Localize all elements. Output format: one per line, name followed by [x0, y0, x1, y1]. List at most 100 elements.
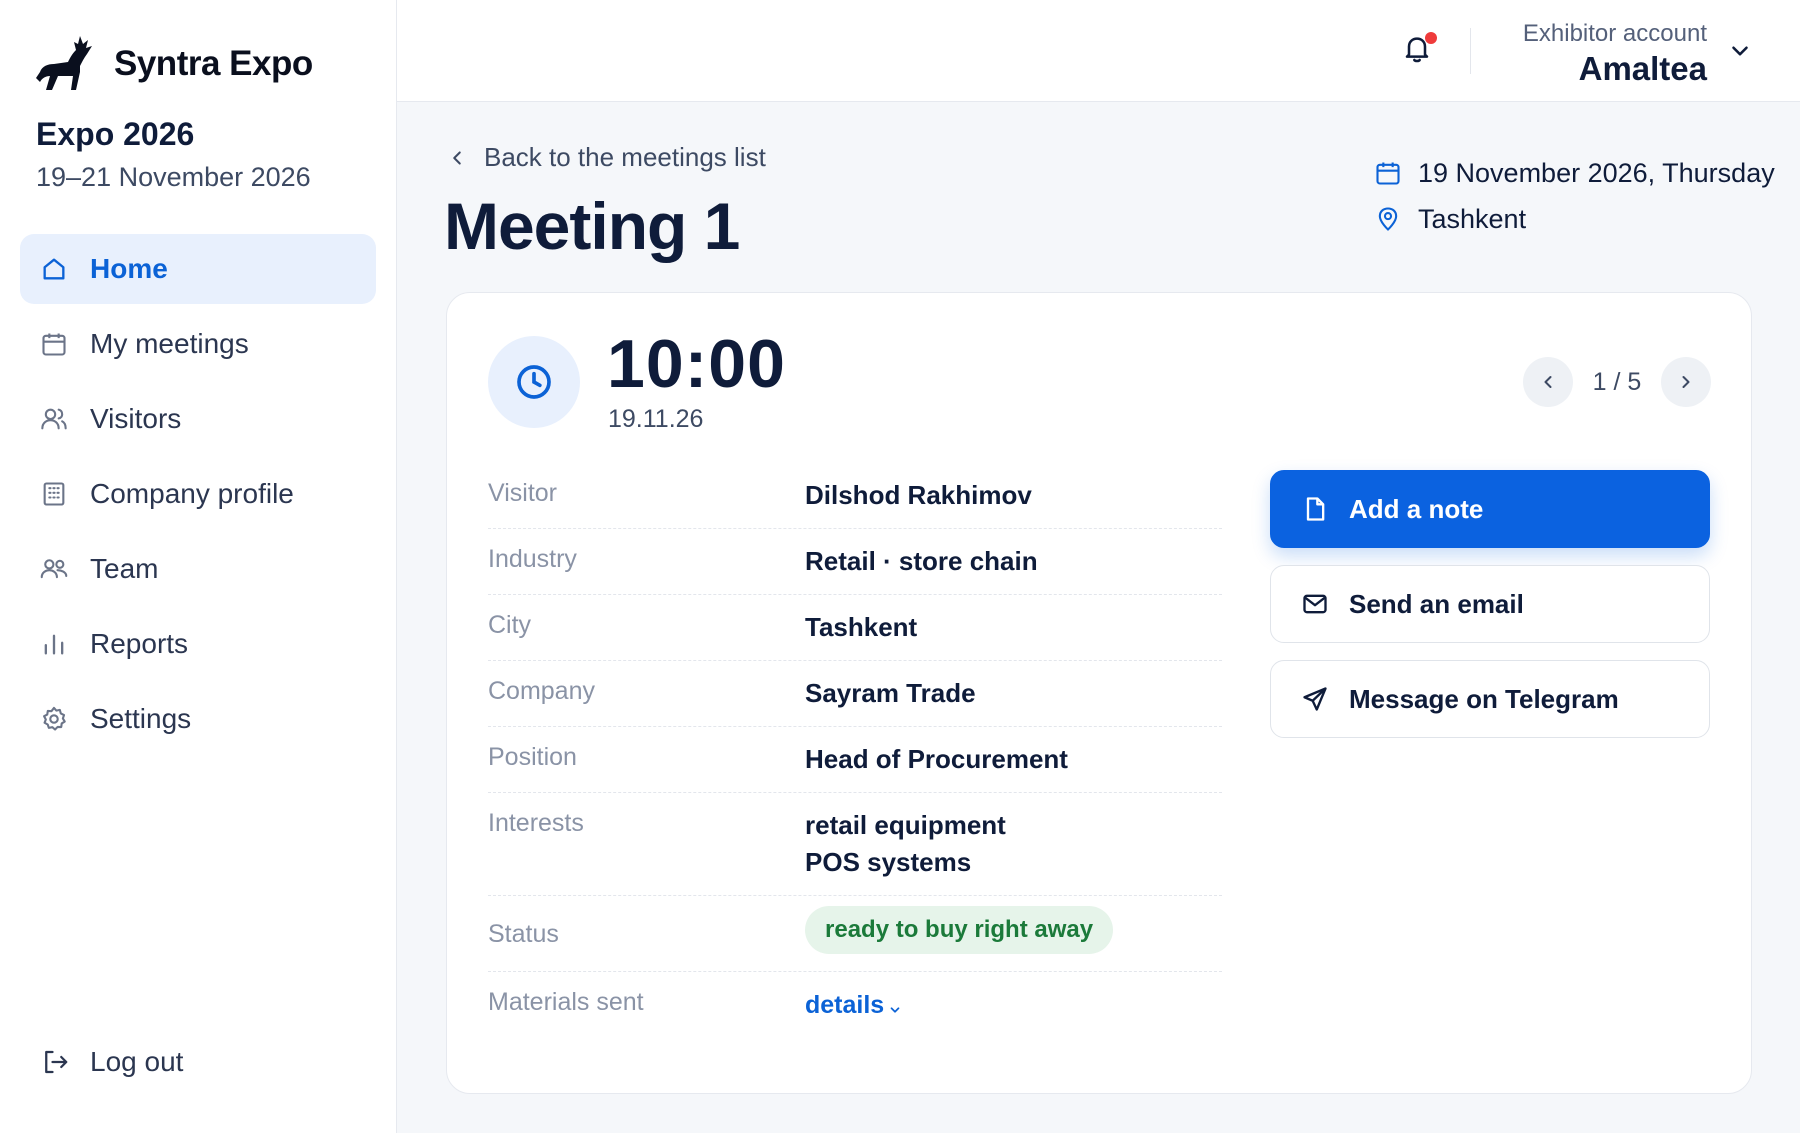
detail-row-interests: Interests retail equipment POS systems — [488, 793, 1222, 896]
users-icon — [41, 408, 67, 430]
detail-row-materials: Materials sent details — [488, 972, 1222, 1038]
telegram-label: Message on Telegram — [1349, 683, 1619, 714]
meeting-time: 10:00 — [607, 326, 786, 402]
sidebar-item-label: Settings — [90, 703, 192, 734]
company-value: Sayram Trade — [805, 678, 976, 708]
event-dates: 19–21 November 2026 — [36, 162, 311, 192]
sidebar-item-label: Company profile — [90, 478, 294, 509]
meeting-card: 10:00 19.11.26 1 / 5 Visitor Dilshod Rak… — [446, 292, 1752, 1094]
back-link[interactable]: Back to the meetings list — [446, 142, 766, 173]
sidebar-item-label: Reports — [90, 628, 189, 659]
meeting-meta: 19 November 2026, Thursday Tashkent — [1374, 150, 1775, 242]
details-link-label: details — [805, 991, 885, 1019]
calendar-icon — [1376, 162, 1400, 185]
previous-meeting-button[interactable] — [1523, 357, 1573, 407]
chevron-down-icon[interactable] — [1727, 38, 1753, 64]
sidebar-item-reports[interactable]: Reports — [20, 609, 376, 679]
detail-label: City — [488, 611, 532, 639]
industry-value: Retail · store chain — [805, 546, 1038, 576]
brand[interactable]: Syntra Expo — [34, 32, 313, 96]
add-note-label: Add a note — [1349, 493, 1484, 524]
topbar-divider — [1470, 28, 1471, 74]
back-link-label: Back to the meetings list — [484, 142, 766, 172]
interests-values: retail equipment POS systems — [805, 807, 1006, 881]
sidebar-item-label: Home — [90, 253, 168, 284]
detail-row-visitor: Visitor Dilshod Rakhimov — [488, 463, 1222, 529]
chevron-down-icon — [890, 1006, 900, 1013]
clock-icon — [517, 365, 551, 399]
account-info[interactable]: Exhibitor account Amaltea — [1523, 20, 1707, 88]
sidebar-item-label: Team — [90, 553, 159, 584]
sidebar-item-visitors[interactable]: Visitors — [20, 384, 376, 454]
detail-label: Visitor — [488, 479, 558, 507]
topbar: Exhibitor account Amaltea — [397, 0, 1800, 102]
sidebar-item-label: Visitors — [90, 403, 182, 434]
meeting-details: Visitor Dilshod Rakhimov Industry Retail… — [488, 463, 1222, 1038]
pager-count: 1 / 5 — [1592, 367, 1642, 396]
detail-row-status: Status ready to buy right away — [488, 896, 1222, 972]
sidebar-item-team[interactable]: Team — [20, 534, 376, 604]
calendar-icon — [42, 333, 66, 356]
page-title: Meeting 1 — [444, 189, 740, 263]
notification-dot — [1425, 32, 1437, 44]
sidebar-item-label: My meetings — [90, 328, 249, 359]
logout-label: Log out — [90, 1046, 184, 1077]
meeting-date-text: 19 November 2026, Thursday — [1418, 157, 1775, 188]
building-icon — [43, 482, 65, 506]
detail-row-city: City Tashkent — [488, 595, 1222, 661]
account-role: Exhibitor account — [1522, 20, 1707, 47]
chevron-left-icon — [1544, 376, 1552, 388]
position-value: Head of Procurement — [805, 744, 1068, 774]
chevron-left-icon — [453, 150, 461, 165]
detail-row-industry: Industry Retail · store chain — [488, 529, 1222, 595]
logout-button[interactable]: Log out — [40, 1046, 183, 1078]
sidebar-item-home[interactable]: Home — [20, 234, 376, 304]
clock-badge — [488, 336, 580, 428]
mail-icon — [1303, 594, 1327, 614]
detail-label: Interests — [488, 809, 584, 837]
materials-details-link[interactable]: details — [805, 987, 902, 1024]
notifications-button[interactable] — [1401, 32, 1437, 68]
materials-cell: details — [805, 986, 902, 1024]
deer-logo-icon — [36, 36, 92, 90]
send-email-label: Send an email — [1349, 588, 1524, 619]
bar-chart-icon — [44, 634, 64, 655]
status-badge: ready to buy right away — [805, 906, 1114, 954]
send-email-button[interactable]: Send an email — [1270, 565, 1710, 643]
send-icon — [1303, 687, 1327, 711]
sidebar-item-company-profile[interactable]: Company profile — [20, 459, 376, 529]
city-value: Tashkent — [805, 612, 918, 642]
detail-label: Company — [488, 677, 595, 705]
visitor-name: Dilshod Rakhimov — [805, 480, 1032, 510]
team-icon — [40, 559, 68, 579]
meeting-actions: Add a note Send an email Message on Tele… — [1270, 470, 1710, 755]
detail-label: Materials sent — [488, 988, 644, 1016]
interest-item: retail equipment — [805, 810, 1006, 840]
chevron-right-icon — [1682, 376, 1690, 388]
account-name: Amaltea — [1578, 50, 1707, 87]
sidebar: Syntra Expo Expo 2026 19–21 November 202… — [0, 0, 397, 1133]
telegram-message-button[interactable]: Message on Telegram — [1270, 660, 1710, 738]
meeting-location: Tashkent — [1374, 196, 1775, 242]
gear-icon — [43, 706, 66, 731]
sidebar-item-settings[interactable]: Settings — [20, 684, 376, 754]
detail-label: Industry — [488, 545, 577, 573]
detail-row-position: Position Head of Procurement — [488, 727, 1222, 793]
home-icon — [43, 258, 65, 280]
logout-icon — [45, 1050, 68, 1074]
detail-label: Position — [488, 743, 577, 771]
sidebar-nav: Home My meetings Visitors Company profil… — [20, 234, 376, 759]
status-cell: ready to buy right away — [805, 906, 1114, 957]
document-icon — [1306, 497, 1325, 521]
brand-name: Syntra Expo — [114, 44, 313, 83]
sidebar-item-my-meetings[interactable]: My meetings — [20, 309, 376, 379]
detail-label: Status — [488, 920, 559, 948]
detail-row-company: Company Sayram Trade — [488, 661, 1222, 727]
event-title: Expo 2026 — [36, 116, 195, 152]
interest-item: POS systems — [805, 847, 972, 877]
add-note-button[interactable]: Add a note — [1270, 470, 1710, 548]
meeting-date: 19 November 2026, Thursday — [1374, 150, 1775, 196]
meeting-location-text: Tashkent — [1418, 203, 1527, 234]
location-pin-icon — [1378, 207, 1398, 231]
next-meeting-button[interactable] — [1661, 357, 1711, 407]
